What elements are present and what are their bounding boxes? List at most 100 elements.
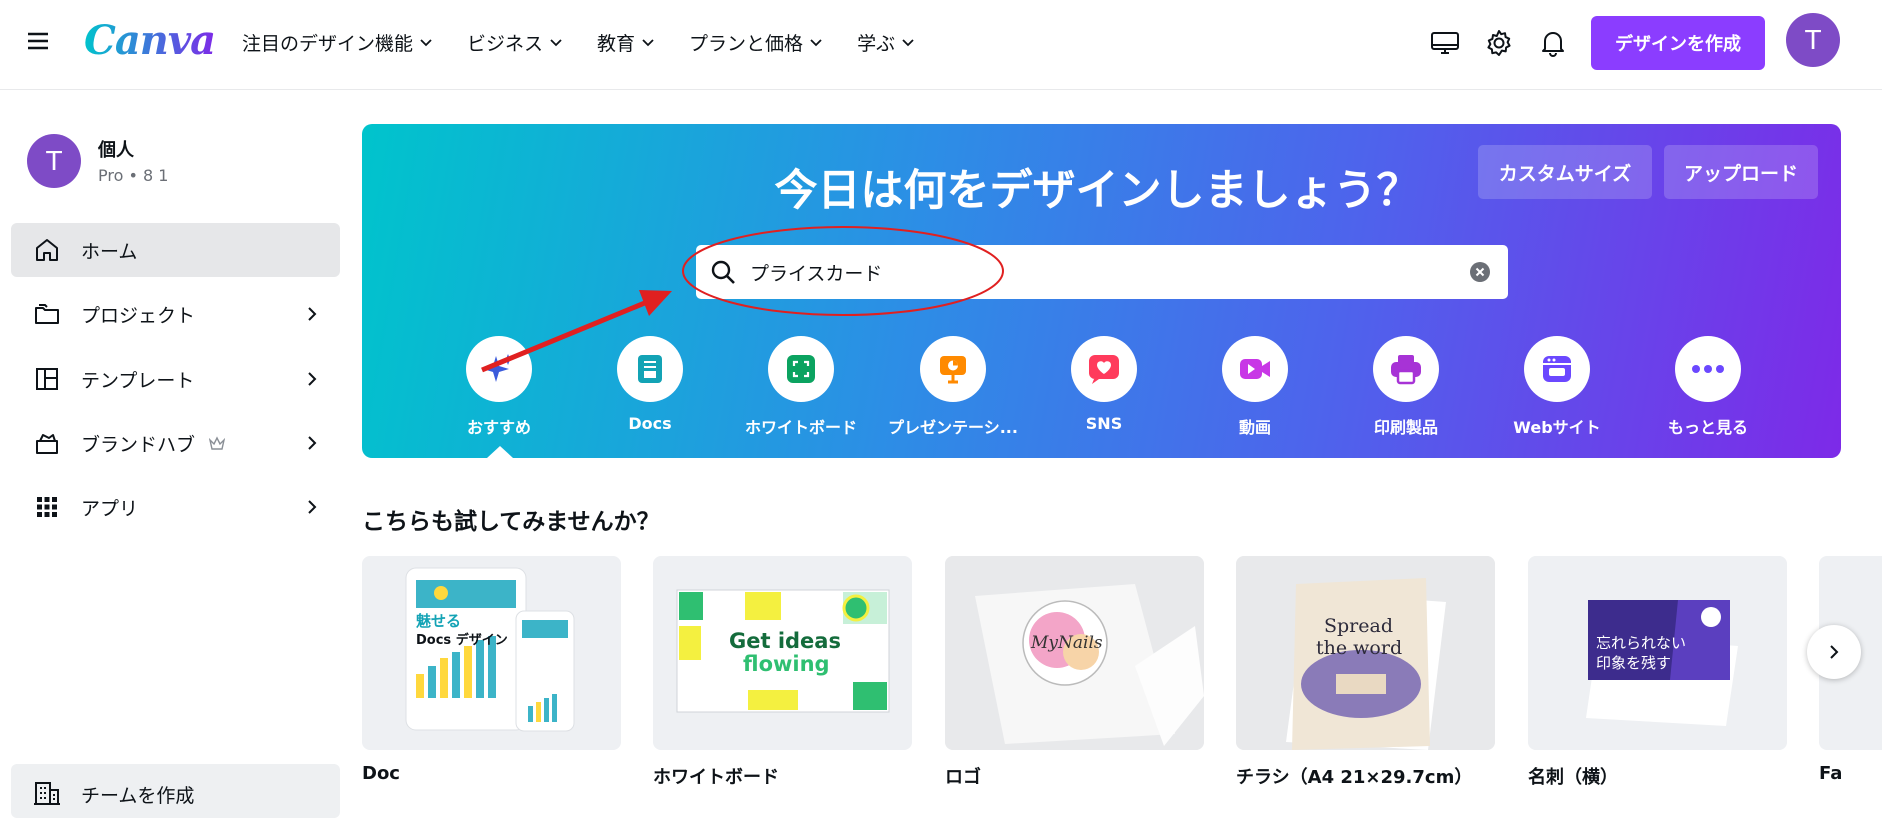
main-nav: 注目のデザイン機能 ビジネス 教育 プランと価格 学ぶ: [242, 29, 949, 56]
nav-learn[interactable]: 学ぶ: [857, 29, 915, 56]
category-whiteboard[interactable]: ホワイトボード: [736, 336, 866, 446]
top-bar: Canva 注目のデザイン機能 ビジネス 教育 プランと価格 学ぶ デザインを作…: [0, 0, 1882, 90]
flyer-thumb-title: Spread: [1324, 615, 1393, 637]
category-label: おすすめ: [466, 418, 531, 437]
folder-icon: [35, 304, 59, 324]
whiteboard-thumbnail: Get ideas flowing: [676, 589, 890, 713]
search-bar: [696, 245, 1508, 299]
sidebar-item-label: ブランドハブ: [81, 433, 196, 456]
chevron-right-icon: [308, 500, 317, 514]
category-recommended[interactable]: おすすめ: [434, 336, 564, 446]
home-icon: [36, 239, 58, 261]
business-card-thumbnail: 忘れられない 印象を残す: [1528, 556, 1787, 750]
custom-size-button[interactable]: カスタムサイズ: [1478, 145, 1652, 199]
search-input[interactable]: [750, 257, 1450, 287]
suggestions-title: こちらも試してみませんか？: [362, 509, 660, 535]
nav-pricing[interactable]: プランと価格: [689, 29, 823, 56]
category-presentation[interactable]: プレゼンテーシ...: [888, 336, 1018, 446]
sidebar-item-apps[interactable]: アプリ: [11, 480, 340, 534]
apps-grid-icon: [37, 497, 57, 517]
suggestion-card-whiteboard[interactable]: Get ideas flowing: [653, 556, 912, 750]
selected-category-indicator: [487, 446, 513, 458]
category-label: Docs: [628, 414, 672, 433]
sidebar-item-label: アプリ: [81, 497, 139, 520]
sidebar-item-label: テンプレート: [81, 369, 195, 392]
sidebar-item-templates[interactable]: テンプレート: [11, 352, 340, 406]
carousel-next-button[interactable]: [1807, 625, 1861, 679]
settings-gear-icon[interactable]: [1483, 27, 1515, 59]
card-label-doc[interactable]: Doc: [362, 763, 400, 784]
search-icon: [711, 260, 735, 284]
business-card-thumb-sub: 印象を残す: [1596, 654, 1671, 672]
sidebar-item-brand-hub[interactable]: ブランドハブ: [11, 416, 340, 470]
whiteboard-thumb-title: Get ideas: [729, 629, 841, 653]
category-label: プレゼンテーシ...: [888, 418, 1018, 437]
sidebar-item-projects[interactable]: プロジェクト: [11, 287, 340, 341]
suggestion-card-doc[interactable]: 魅せる Docs デザイン: [362, 556, 621, 750]
card-label-flyer[interactable]: チラシ（A4 21×29.7cm）: [1236, 763, 1472, 789]
chevron-down-icon: [550, 38, 562, 46]
building-icon: [34, 782, 60, 805]
category-label: 動画: [1238, 418, 1271, 437]
category-label: SNS: [1085, 414, 1123, 433]
category-more[interactable]: もっと見る: [1643, 336, 1773, 446]
user-avatar[interactable]: T: [1786, 13, 1840, 67]
card-label-partial[interactable]: Fa: [1819, 763, 1842, 784]
doc-thumb-title: 魅せる: [416, 612, 461, 630]
category-video[interactable]: 動画: [1190, 336, 1320, 446]
sidebar-item-label: プロジェクト: [81, 304, 196, 327]
business-card-thumb-title: 忘れられない: [1596, 634, 1686, 652]
category-website[interactable]: Webサイト: [1492, 336, 1622, 446]
suggestion-card-flyer[interactable]: Spread the word: [1236, 556, 1495, 750]
chevron-down-icon: [420, 38, 432, 46]
chevron-down-icon: [642, 38, 654, 46]
category-print[interactable]: 印刷製品: [1341, 336, 1471, 446]
chevron-down-icon: [810, 38, 822, 46]
clear-search-icon[interactable]: [1470, 262, 1490, 282]
card-label-whiteboard[interactable]: ホワイトボード: [653, 763, 779, 789]
suggestion-card-logo[interactable]: MyNails: [945, 556, 1204, 750]
doc-thumbnail: 魅せる Docs デザイン: [405, 567, 575, 732]
upload-button[interactable]: アップロード: [1664, 145, 1818, 199]
logo-thumbnail: MyNails: [945, 556, 1204, 750]
doc-thumb-sub: Docs デザイン: [416, 632, 508, 648]
bell-icon[interactable]: [1537, 27, 1569, 59]
nav-education[interactable]: 教育: [597, 29, 655, 56]
template-icon: [36, 368, 58, 390]
printer-icon: [1391, 355, 1421, 385]
brand-hub-icon: [36, 434, 58, 454]
sparkle-icon: [483, 354, 514, 382]
card-label-logo[interactable]: ロゴ: [945, 763, 981, 789]
sidebar: T 個人 Pro • 8 1 ホーム プロジェクト テンプレート ブランドハブ …: [0, 91, 352, 808]
account-avatar[interactable]: T: [27, 134, 81, 188]
card-label-business-card[interactable]: 名刺（横）: [1528, 763, 1618, 789]
desktop-app-icon[interactable]: [1429, 27, 1461, 59]
canva-logo[interactable]: Canva: [84, 17, 216, 64]
category-sns[interactable]: SNS: [1039, 336, 1169, 446]
sidebar-item-home[interactable]: ホーム: [11, 223, 340, 277]
flyer-thumb-sub: the word: [1316, 637, 1402, 659]
category-label: もっと見る: [1667, 418, 1748, 437]
sidebar-item-label: ホーム: [81, 240, 138, 263]
category-label: 印刷製品: [1373, 418, 1438, 437]
nav-features[interactable]: 注目のデザイン機能: [242, 29, 433, 56]
team-button-label: チームを作成: [81, 785, 195, 807]
create-team-button[interactable]: チームを作成: [11, 764, 340, 818]
browser-icon: [1543, 356, 1571, 382]
heart-icon: [1089, 355, 1119, 384]
chevron-down-icon: [902, 38, 914, 46]
hero-banner: 今日は何をデザインしましょう？ カスタムサイズ アップロード おすすめ Docs…: [362, 124, 1841, 458]
docs-icon: [638, 355, 662, 383]
chevron-right-icon: [308, 372, 317, 386]
category-label: ホワイトボード: [744, 418, 857, 437]
suggestion-card-business-card[interactable]: 忘れられない 印象を残す: [1528, 556, 1787, 750]
presentation-icon: [940, 356, 966, 384]
create-design-button[interactable]: デザインを作成: [1591, 16, 1765, 70]
chevron-right-icon: [1830, 645, 1839, 659]
nav-business[interactable]: ビジネス: [467, 29, 563, 56]
whiteboard-thumb-sub: flowing: [743, 652, 830, 676]
account-name[interactable]: 個人: [98, 136, 134, 162]
category-docs[interactable]: Docs: [585, 336, 715, 446]
menu-icon[interactable]: [25, 28, 51, 54]
logo-thumb-title: MyNails: [1030, 633, 1103, 653]
